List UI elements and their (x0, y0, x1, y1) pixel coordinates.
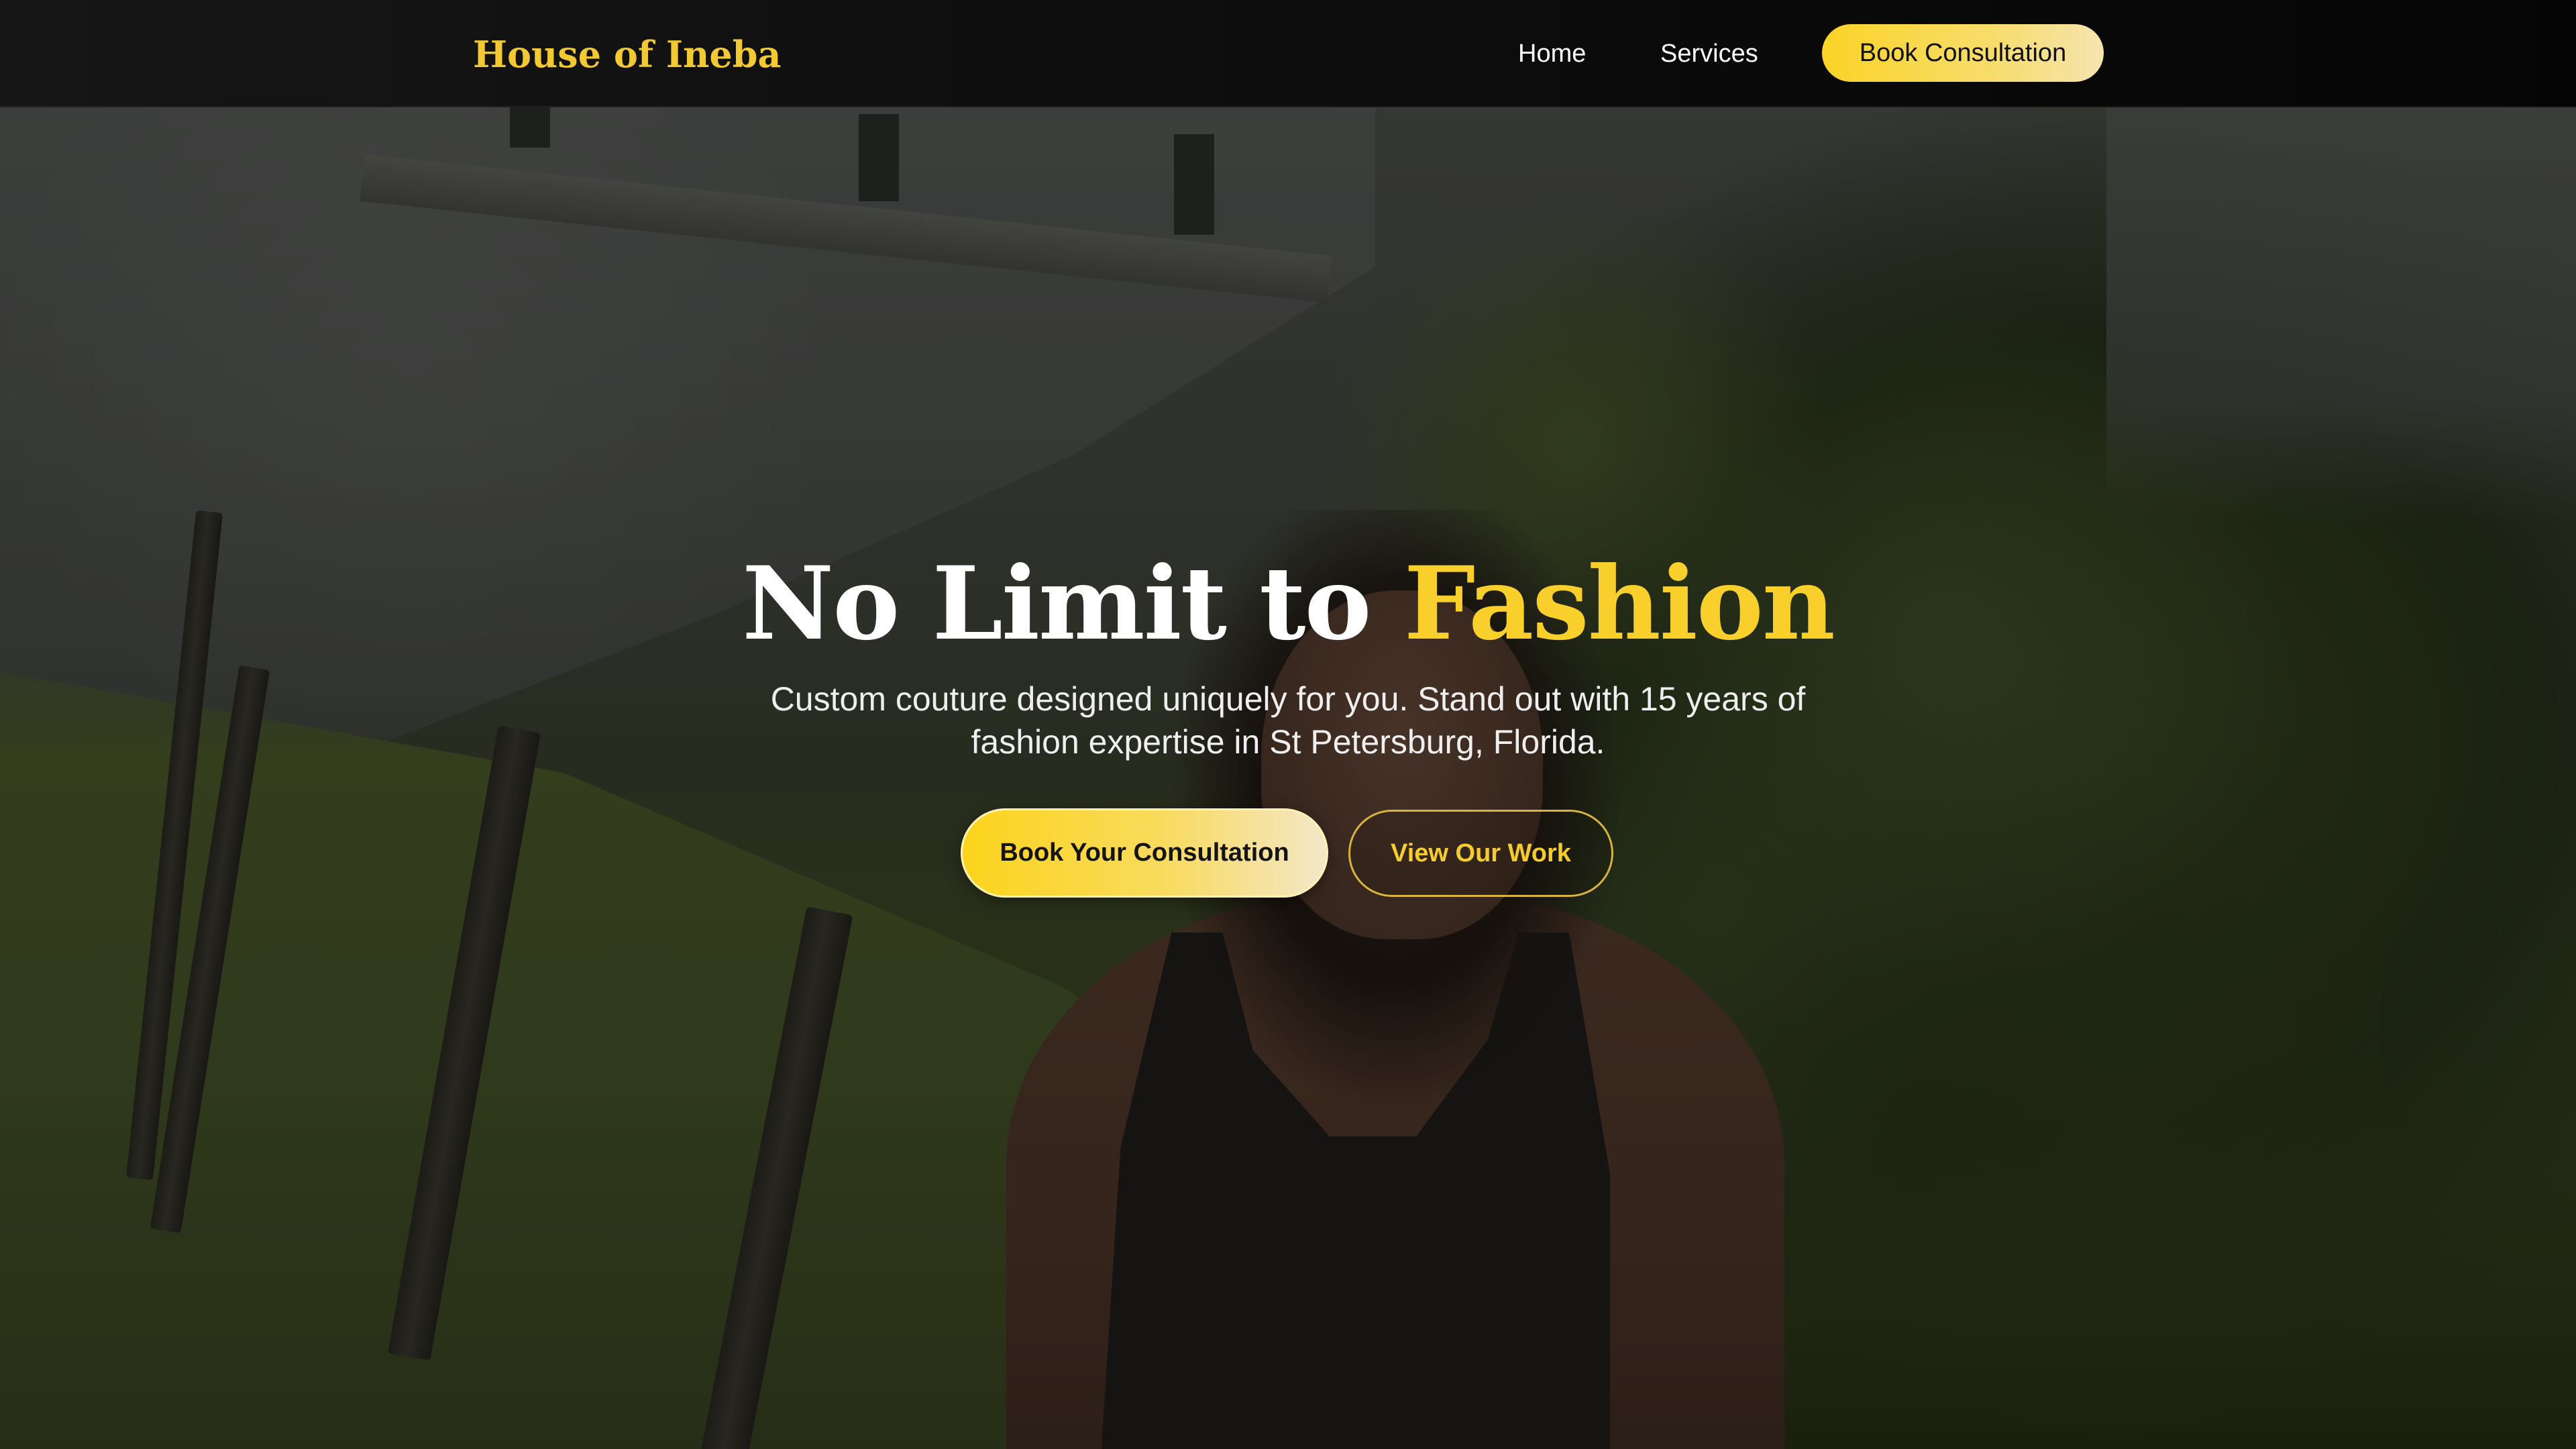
hero-title-main: No Limit to (742, 545, 1404, 663)
brand-logo[interactable]: House of Ineba (473, 31, 782, 78)
book-consultation-button[interactable]: Book Consultation (1822, 24, 2104, 82)
top-navbar: House of Ineba Home Services Book Consul… (0, 0, 2576, 107)
hero-title-accent: Fashion (1403, 545, 1835, 663)
hero-title: No Limit to Fashion (0, 537, 2576, 671)
landing-page: House of Ineba Home Services Book Consul… (0, 0, 2576, 1449)
nav-link-home[interactable]: Home (1518, 35, 1586, 72)
view-our-work-button[interactable]: View Our Work (1348, 810, 1613, 897)
book-your-consultation-button[interactable]: Book Your Consultation (961, 808, 1328, 898)
hero-subtitle: Custom couture designed uniquely for you… (770, 680, 1806, 761)
nav-link-services[interactable]: Services (1660, 35, 1758, 72)
